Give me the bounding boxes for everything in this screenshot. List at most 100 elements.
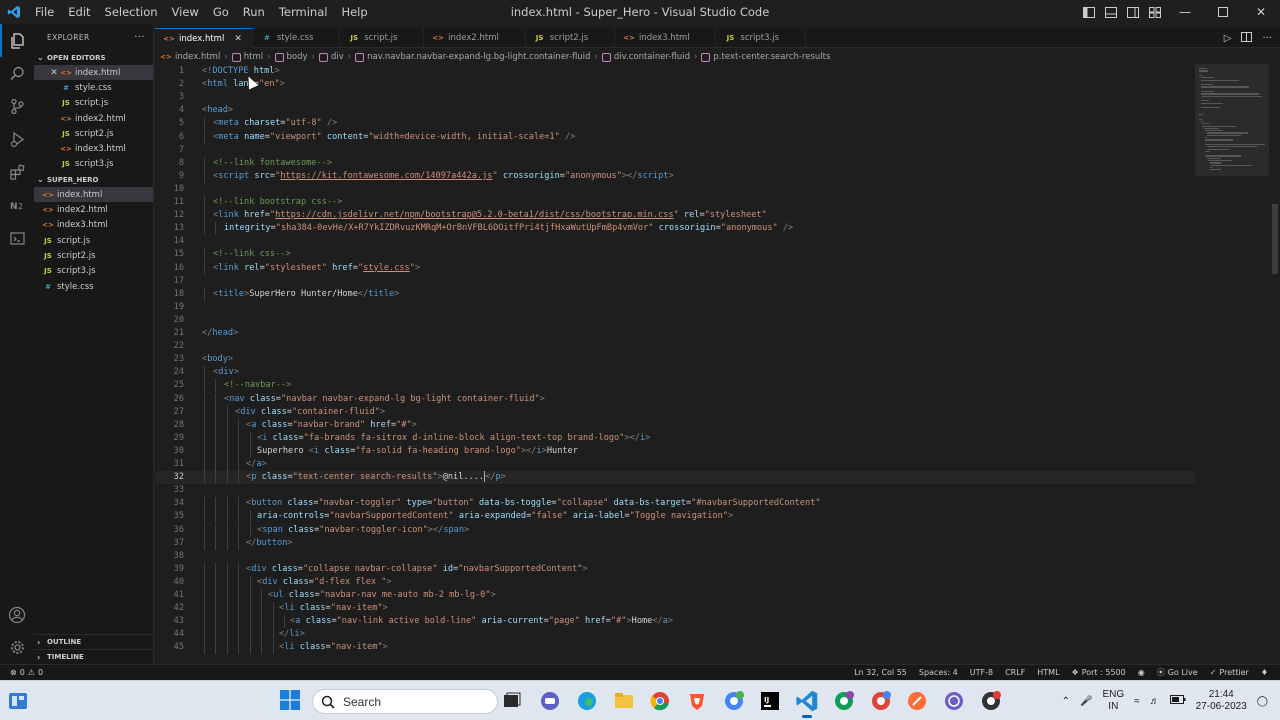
outline-header[interactable]: › OUTLINE xyxy=(34,634,154,649)
menu-help[interactable]: Help xyxy=(334,0,374,24)
task-view-icon[interactable] xyxy=(500,689,524,713)
close-tab-icon[interactable] xyxy=(598,33,604,43)
tab-index2-html[interactable]: <> index2.html xyxy=(424,28,526,48)
tab-script2-js[interactable]: JS script2.js xyxy=(526,28,615,48)
explorer-icon[interactable] xyxy=(0,24,34,57)
cursor-position[interactable]: Ln 32, Col 55 xyxy=(854,668,907,677)
battery-icon[interactable] xyxy=(1169,695,1186,707)
close-tab-icon[interactable] xyxy=(509,33,515,43)
file-item-index-html[interactable]: <> index.html xyxy=(34,187,153,203)
chat-icon[interactable] xyxy=(538,689,562,713)
postman-icon[interactable] xyxy=(905,689,929,713)
problems-indicator[interactable]: ⊗ 0 ⚠ 0 xyxy=(10,668,43,677)
volume-icon[interactable]: ♬ xyxy=(1150,696,1160,707)
code-editor[interactable]: 1 <!DOCTYPE html> 2 <html lang="en"> 3 4 <head… xyxy=(155,64,1195,664)
menu-file[interactable]: File xyxy=(28,0,61,24)
tab-script3-js[interactable]: JS script3.js xyxy=(716,28,806,48)
close-window-icon[interactable]: ✕ xyxy=(1242,0,1280,24)
customize-layout-icon[interactable] xyxy=(1144,0,1166,24)
microphone-icon[interactable]: 🎤 xyxy=(1080,696,1092,707)
vertical-scrollbar[interactable] xyxy=(1270,64,1280,664)
file-item-script-js[interactable]: JS script.js xyxy=(34,233,153,248)
breadcrumb-item[interactable]: div xyxy=(318,52,344,62)
breadcrumb-item[interactable]: nav.navbar.navbar-expand-lg.bg-light.con… xyxy=(355,52,590,62)
minimize-icon[interactable]: — xyxy=(1166,0,1204,24)
notification-center-icon[interactable]: ◯ xyxy=(1257,696,1268,707)
tab-index3-html[interactable]: <> index3.html xyxy=(615,28,717,48)
copilot-icon[interactable]: ◉ xyxy=(1138,668,1145,677)
run-icon[interactable]: ▷ xyxy=(1224,33,1232,44)
go-live-button[interactable]: ⦿ Go Live xyxy=(1157,667,1198,678)
nx-console-icon[interactable]: N2 xyxy=(0,189,34,222)
file-item-index2-html[interactable]: <> index2.html xyxy=(34,202,153,217)
toggle-panel-icon[interactable] xyxy=(1100,0,1122,24)
tab-style-css[interactable]: # style.css xyxy=(253,28,341,48)
menu-run[interactable]: Run xyxy=(236,0,272,24)
chrome-profile-icon[interactable] xyxy=(722,689,746,713)
menu-terminal[interactable]: Terminal xyxy=(272,0,335,24)
close-icon[interactable]: ✕ xyxy=(48,68,60,78)
show-hidden-icons-icon[interactable]: ⌃ xyxy=(1062,696,1070,707)
live-server-port[interactable]: ❖ Port : 5500 xyxy=(1072,668,1126,677)
browser-app-icon[interactable] xyxy=(942,689,966,713)
file-item-style-css[interactable]: # style.css xyxy=(34,279,153,294)
minimap[interactable] xyxy=(1195,64,1269,664)
edge-browser-icon[interactable] xyxy=(575,689,599,713)
file-item-index3-html[interactable]: <> index3.html xyxy=(34,141,153,156)
file-item-script2-js[interactable]: JS script2.js xyxy=(34,248,153,263)
brave-browser-icon[interactable] xyxy=(685,689,709,713)
settings-gear-icon[interactable] xyxy=(0,631,34,664)
notifications-bell-icon[interactable]: ♦ xyxy=(1261,668,1268,677)
language-mode[interactable]: HTML xyxy=(1037,668,1059,677)
remote-explorer-icon[interactable] xyxy=(0,222,34,255)
encoding[interactable]: UTF-8 xyxy=(970,668,993,677)
line-endings[interactable]: CRLF xyxy=(1005,668,1025,677)
intellij-icon[interactable]: IJ xyxy=(758,689,782,713)
menu-selection[interactable]: Selection xyxy=(98,0,165,24)
maximize-icon[interactable] xyxy=(1204,0,1242,24)
file-item-index2-html[interactable]: <> index2.html xyxy=(34,111,153,126)
menu-view[interactable]: View xyxy=(165,0,206,24)
close-tab-icon[interactable] xyxy=(700,33,706,43)
breadcrumb-item[interactable]: p.text-center.search-results xyxy=(701,52,830,62)
file-item-script-js[interactable]: JS script.js xyxy=(34,96,153,111)
close-tab-icon[interactable]: ✕ xyxy=(234,34,242,44)
open-editors-header[interactable]: ⌄ OPEN EDITORS xyxy=(34,50,153,65)
menu-edit[interactable]: Edit xyxy=(61,0,97,24)
file-item-script3-js[interactable]: JS script3.js xyxy=(34,157,153,172)
scrollbar-thumb[interactable] xyxy=(1272,204,1278,274)
start-windows-icon[interactable] xyxy=(280,690,300,710)
search-icon[interactable] xyxy=(0,57,34,90)
breadcrumb-item[interactable]: html xyxy=(231,52,263,62)
extensions-icon[interactable] xyxy=(0,156,34,189)
chrome-profile-icon[interactable] xyxy=(832,689,856,713)
folder-header[interactable]: ⌄ SUPER_HERO xyxy=(34,172,153,187)
chrome-profile-icon[interactable] xyxy=(979,689,1003,713)
prettier-status[interactable]: ✓ Prettier xyxy=(1210,668,1249,677)
wifi-icon[interactable]: ≈ xyxy=(1134,696,1140,707)
tab-index-html[interactable]: <> index.html ✕ xyxy=(155,28,253,48)
close-tab-icon[interactable] xyxy=(407,33,413,43)
source-control-icon[interactable] xyxy=(0,90,34,123)
account-icon[interactable] xyxy=(0,598,34,631)
indentation[interactable]: Spaces: 4 xyxy=(919,668,958,677)
file-item-index-html[interactable]: ✕ <> index.html xyxy=(34,65,153,81)
taskbar-search-box[interactable]: Search xyxy=(312,689,498,714)
breadcrumb-item[interactable]: body xyxy=(274,52,308,62)
toggle-sidebar-icon[interactable] xyxy=(1078,0,1100,24)
file-item-script2-js[interactable]: JS script2.js xyxy=(34,126,153,141)
chrome-browser-icon[interactable] xyxy=(648,689,672,713)
widgets-icon[interactable] xyxy=(6,689,30,713)
timeline-header[interactable]: › TIMELINE xyxy=(34,649,154,664)
more-actions-icon[interactable]: ··· xyxy=(134,32,145,43)
run-debug-icon[interactable] xyxy=(0,123,34,156)
file-item-style-css[interactable]: # style.css xyxy=(34,80,153,95)
system-clock[interactable]: 21:44 27-06-2023 xyxy=(1196,689,1247,713)
split-editor-icon[interactable] xyxy=(1241,31,1253,45)
breadcrumb-item[interactable]: <> index.html xyxy=(160,52,220,62)
breadcrumb-item[interactable]: div.container-fluid xyxy=(601,52,690,62)
file-item-index3-html[interactable]: <> index3.html xyxy=(34,218,153,233)
toggle-secondary-sidebar-icon[interactable] xyxy=(1122,0,1144,24)
more-actions-icon[interactable]: ··· xyxy=(1262,33,1272,44)
close-tab-icon[interactable] xyxy=(789,33,795,43)
